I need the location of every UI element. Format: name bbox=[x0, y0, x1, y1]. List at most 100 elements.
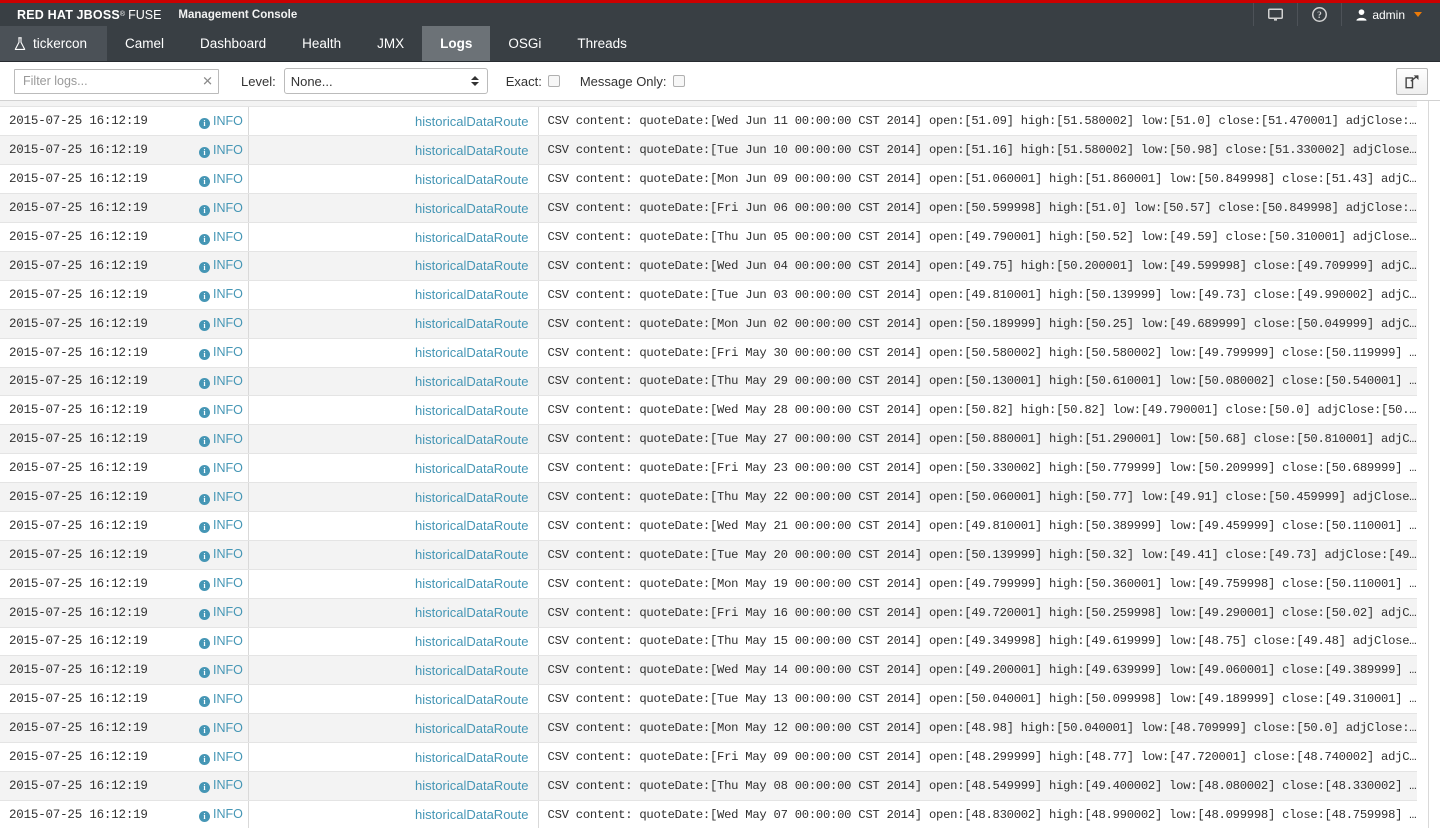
log-logger-link[interactable]: historicalDataRoute bbox=[248, 771, 539, 801]
level-select-wrap: None... bbox=[283, 68, 488, 94]
log-logger-link[interactable]: historicalDataRoute bbox=[248, 598, 539, 628]
tab-jmx[interactable]: JMX bbox=[359, 26, 422, 61]
log-message: CSV content: quoteDate:[Wed May 28 00:00… bbox=[538, 395, 1428, 426]
table-row[interactable]: 2015-07-25 16:12:19 i INFO historicalDataRo… bbox=[0, 800, 1428, 828]
table-row[interactable]: 2015-07-25 16:12:19 i INFO historicalDataRo… bbox=[0, 771, 1428, 801]
search-input[interactable] bbox=[14, 68, 219, 94]
tab-osgi[interactable]: OSGi bbox=[490, 26, 559, 61]
brand-jboss: JBOSS bbox=[76, 7, 120, 22]
log-logger-link[interactable]: historicalDataRoute bbox=[248, 222, 539, 252]
log-logger-link[interactable]: historicalDataRoute bbox=[248, 482, 539, 512]
vertical-scrollbar[interactable] bbox=[1417, 101, 1428, 828]
log-logger-link[interactable]: historicalDataRoute bbox=[248, 540, 539, 570]
table-row[interactable]: 2015-07-25 16:12:19 i INFO historicalDataRo… bbox=[0, 540, 1428, 570]
log-table-body: 2015-07-25 16:12:19 i INFO historicalDataRo… bbox=[0, 107, 1428, 828]
log-message: CSV content: quoteDate:[Wed Jun 04 00:00… bbox=[538, 251, 1428, 281]
table-row[interactable]: 2015-07-25 16:12:19 i INFO historicalDataRo… bbox=[0, 655, 1428, 686]
table-row[interactable]: 2015-07-25 16:12:19 i INFO historicalDataRo… bbox=[0, 135, 1428, 166]
user-menu[interactable]: admin bbox=[1341, 3, 1440, 26]
log-logger-link[interactable]: historicalDataRoute bbox=[248, 453, 539, 484]
level-label: Level: bbox=[241, 73, 276, 89]
info-circle-icon: i bbox=[199, 522, 210, 534]
table-row[interactable]: 2015-07-25 16:12:19 i INFO historicalDataRo… bbox=[0, 338, 1428, 368]
log-logger-link[interactable]: historicalDataRoute bbox=[248, 800, 539, 828]
log-logger-link[interactable]: historicalDataRoute bbox=[248, 164, 539, 195]
table-row[interactable]: 2015-07-25 16:12:19 i INFO historicalDataRo… bbox=[0, 742, 1428, 772]
brand-subtitle: Management Console bbox=[178, 8, 298, 21]
table-row[interactable]: 2015-07-25 16:12:19 i INFO historicalDataRo… bbox=[0, 395, 1428, 426]
log-logger-link[interactable]: historicalDataRoute bbox=[248, 424, 539, 455]
log-logger-link[interactable]: historicalDataRoute bbox=[248, 338, 539, 368]
log-level: i INFO bbox=[190, 800, 249, 828]
log-message: CSV content: quoteDate:[Mon May 12 00:00… bbox=[538, 713, 1428, 744]
table-row[interactable]: 2015-07-25 16:12:19 i INFO historicalDataRo… bbox=[0, 251, 1428, 281]
table-row[interactable]: 2015-07-25 16:12:19 i INFO historicalDataRo… bbox=[0, 193, 1428, 224]
sidebar-item-container[interactable]: tickercon bbox=[0, 26, 108, 61]
log-level: i INFO bbox=[190, 424, 249, 455]
log-timestamp: 2015-07-25 16:12:19 bbox=[0, 395, 190, 426]
log-logger-link[interactable]: historicalDataRoute bbox=[248, 367, 539, 397]
log-logger-link[interactable]: historicalDataRoute bbox=[248, 309, 539, 339]
log-logger-link[interactable]: historicalDataRoute bbox=[248, 627, 539, 657]
table-row[interactable]: 2015-07-25 16:12:19 i INFO historicalDataRo… bbox=[0, 222, 1428, 252]
log-logger-link[interactable]: historicalDataRoute bbox=[248, 280, 539, 310]
table-row[interactable]: 2015-07-25 16:12:19 i INFO historicalDataRo… bbox=[0, 713, 1428, 744]
log-timestamp: 2015-07-25 16:12:19 bbox=[0, 598, 190, 628]
log-logger-link[interactable]: historicalDataRoute bbox=[248, 511, 539, 541]
log-logger-link[interactable]: historicalDataRoute bbox=[248, 107, 539, 137]
log-level: i INFO bbox=[190, 338, 249, 368]
log-message: CSV content: quoteDate:[Thu Jun 05 00:00… bbox=[538, 222, 1428, 252]
table-row[interactable]: 2015-07-25 16:12:19 i INFO historicalDataRo… bbox=[0, 482, 1428, 512]
exact-label: Exact: bbox=[505, 73, 542, 89]
info-circle-icon: i bbox=[199, 377, 210, 389]
log-level: i INFO bbox=[190, 598, 249, 628]
log-message: CSV content: quoteDate:[Tue Jun 03 00:00… bbox=[538, 280, 1428, 310]
table-row[interactable]: 2015-07-25 16:12:19 i INFO historicalDataRo… bbox=[0, 453, 1428, 484]
table-row[interactable]: 2015-07-25 16:12:19 i INFO historicalDataRo… bbox=[0, 107, 1428, 137]
info-circle-icon: i bbox=[199, 666, 210, 678]
external-link-button[interactable] bbox=[1396, 67, 1428, 95]
tab-camel[interactable]: Camel bbox=[107, 26, 182, 61]
log-logger-link[interactable]: historicalDataRoute bbox=[248, 684, 539, 715]
log-level: i INFO bbox=[190, 453, 249, 484]
tab-dashboard[interactable]: Dashboard bbox=[182, 26, 284, 61]
table-row[interactable]: 2015-07-25 16:12:19 i INFO historicalDataRo… bbox=[0, 280, 1428, 310]
log-table-scroll-region[interactable]: 2015-07-25 16:12:19 i INFO historicalDataRo… bbox=[0, 101, 1429, 828]
table-row[interactable]: 2015-07-25 16:12:19 i INFO historicalDataRo… bbox=[0, 569, 1428, 599]
log-logger-link[interactable]: historicalDataRoute bbox=[248, 251, 539, 281]
table-row[interactable]: 2015-07-25 16:12:19 i INFO historicalDataRo… bbox=[0, 598, 1428, 628]
table-row[interactable]: 2015-07-25 16:12:19 i INFO historicalDataRo… bbox=[0, 367, 1428, 397]
table-row[interactable]: 2015-07-25 16:12:19 i INFO historicalDataRo… bbox=[0, 627, 1428, 657]
tab-logs[interactable]: Logs bbox=[422, 26, 491, 61]
info-circle-icon: i bbox=[199, 146, 210, 158]
tab-camel-label: Camel bbox=[125, 36, 165, 51]
log-logger-link[interactable]: historicalDataRoute bbox=[248, 193, 539, 224]
container-name: tickercon bbox=[33, 36, 88, 51]
help-circle-icon[interactable]: ? bbox=[1297, 3, 1341, 26]
table-row[interactable]: 2015-07-25 16:12:19 i INFO historicalDataRo… bbox=[0, 164, 1428, 195]
log-level: i INFO bbox=[190, 280, 249, 310]
log-level: i INFO bbox=[190, 655, 249, 686]
log-level-label: INFO bbox=[213, 229, 243, 244]
log-logger-link[interactable]: historicalDataRoute bbox=[248, 135, 539, 166]
table-row[interactable]: 2015-07-25 16:12:19 i INFO historicalDataRo… bbox=[0, 511, 1428, 541]
message-only-checkbox[interactable] bbox=[672, 75, 685, 87]
log-logger-link[interactable]: historicalDataRoute bbox=[248, 655, 539, 686]
log-logger-link[interactable]: historicalDataRoute bbox=[248, 395, 539, 426]
monitor-icon[interactable] bbox=[1253, 3, 1297, 26]
log-level: i INFO bbox=[190, 135, 249, 166]
log-logger-link[interactable]: historicalDataRoute bbox=[248, 569, 539, 599]
table-row[interactable]: 2015-07-25 16:12:19 i INFO historicalDataRo… bbox=[0, 424, 1428, 455]
tab-health[interactable]: Health bbox=[284, 26, 359, 61]
log-logger-link[interactable]: historicalDataRoute bbox=[248, 713, 539, 744]
log-level-label: INFO bbox=[213, 807, 243, 822]
log-level: i INFO bbox=[190, 713, 249, 744]
table-row[interactable]: 2015-07-25 16:12:19 i INFO historicalDataRo… bbox=[0, 309, 1428, 339]
clear-x-icon[interactable]: ✕ bbox=[202, 75, 213, 88]
tab-threads[interactable]: Threads bbox=[559, 26, 645, 61]
level-select[interactable]: None... bbox=[283, 68, 488, 94]
log-level: i INFO bbox=[190, 511, 249, 541]
exact-checkbox[interactable] bbox=[547, 75, 560, 87]
log-logger-link[interactable]: historicalDataRoute bbox=[248, 742, 539, 772]
table-row[interactable]: 2015-07-25 16:12:19 i INFO historicalDataRo… bbox=[0, 684, 1428, 715]
